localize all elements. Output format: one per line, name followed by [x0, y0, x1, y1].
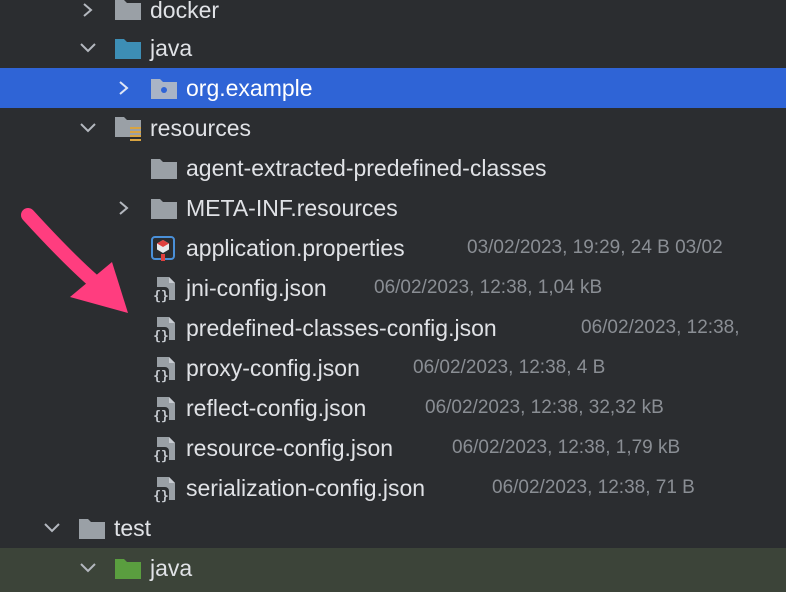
annotation-arrow-icon [21, 208, 128, 313]
